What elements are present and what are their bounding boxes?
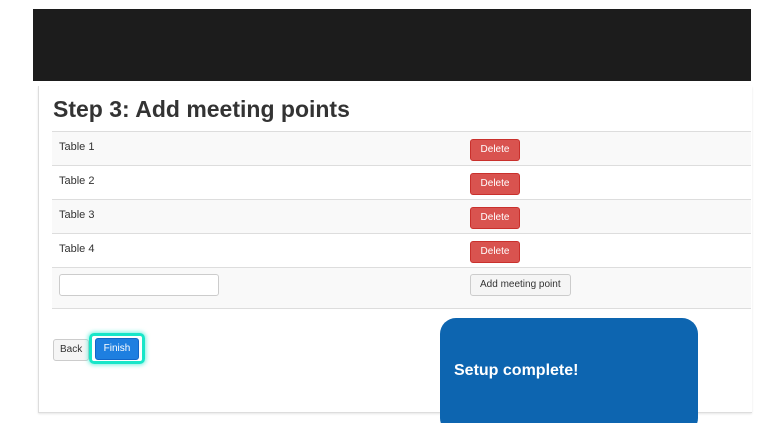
meeting-points-table: Table 1 Delete Table 2 Delete Table 3 De… [52,131,751,309]
meeting-point-label: Table 4 [59,243,95,255]
meeting-point-label: Table 3 [59,209,95,221]
table-row: Table 3 Delete [52,199,751,233]
back-button[interactable]: Back [53,339,90,361]
toast-message: Setup complete! [454,362,579,379]
meeting-point-label: Table 2 [59,175,95,187]
delete-button[interactable]: Delete [470,241,520,263]
screen: Step 3: Add meeting points Table 1 Delet… [0,0,757,423]
delete-button[interactable]: Delete [470,139,520,161]
meeting-point-input[interactable] [59,274,219,296]
table-row: Table 1 Delete [52,131,751,165]
delete-button[interactable]: Delete [470,207,520,229]
add-meeting-point-button[interactable]: Add meeting point [470,274,571,296]
setup-complete-toast: Setup complete! [440,318,698,423]
meeting-point-label: Table 1 [59,141,95,153]
delete-button[interactable]: Delete [470,173,520,195]
table-row: Table 2 Delete [52,165,751,199]
add-meeting-point-row: Add meeting point [52,267,751,309]
table-row: Table 4 Delete [52,233,751,267]
finish-button[interactable]: Finish [95,338,139,360]
header-bar [33,9,751,81]
page-title: Step 3: Add meeting points [53,96,350,122]
